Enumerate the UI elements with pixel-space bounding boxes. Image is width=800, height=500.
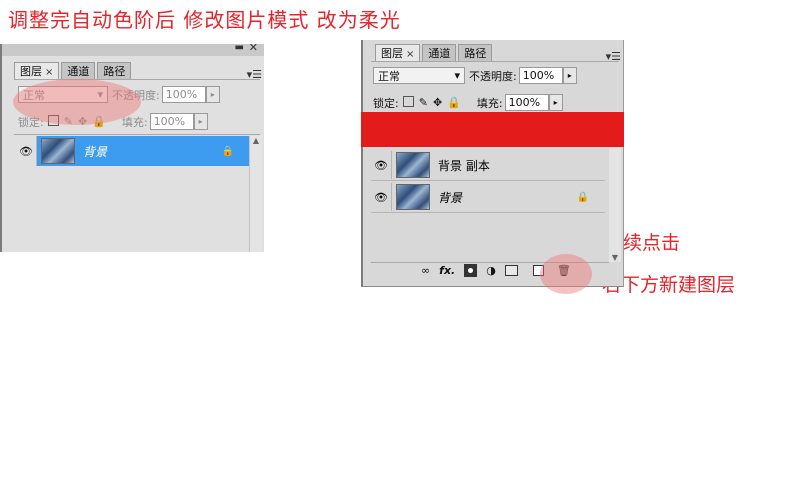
tab-close-icon[interactable]: × xyxy=(45,67,53,78)
panel-tabs: 图层 × 通道 路径 xyxy=(375,44,493,62)
lock-label: 锁定: xyxy=(373,96,399,110)
fill-stepper[interactable]: ▸ xyxy=(193,113,208,130)
folder-icon[interactable] xyxy=(504,265,518,276)
fill-stepper[interactable]: ▸ xyxy=(548,94,563,111)
eye-icon[interactable]: 👁 xyxy=(371,151,392,179)
layer-name: 背景 副本 xyxy=(438,158,490,173)
layer-name: 背景 xyxy=(438,190,463,205)
lock-transparent-icon[interactable] xyxy=(402,96,414,107)
eye-icon[interactable]: 👁 xyxy=(16,136,37,166)
highlight-blend-circle xyxy=(13,79,141,125)
fill-label: 填充: xyxy=(476,96,503,110)
scroll-down-icon[interactable]: ▼ xyxy=(609,253,621,262)
layer-lock-icon: 🔒 xyxy=(576,191,589,203)
fx-icon[interactable]: fx. xyxy=(439,264,455,277)
scrollbar[interactable]: ▲ xyxy=(249,136,262,252)
tab-layers[interactable]: 图层 × xyxy=(14,62,60,80)
tab-paths[interactable]: 路径 xyxy=(458,44,493,62)
lock-image-icon[interactable]: ✎ xyxy=(419,96,428,109)
fill-input[interactable]: 100% xyxy=(149,113,194,130)
close-icon[interactable]: ✕ xyxy=(249,41,258,54)
layer-row-background[interactable]: 👁 背景 🔒 xyxy=(16,136,250,166)
dropdown-arrow-icon: ▾ xyxy=(454,69,460,82)
scroll-up-icon[interactable]: ▲ xyxy=(250,136,262,145)
panel-titlebar: ▬ ✕ xyxy=(2,41,264,56)
layer-row-background[interactable]: 👁 背景 🔒 xyxy=(371,182,605,213)
adjustment-icon[interactable]: ◑ xyxy=(486,264,496,277)
tab-layers[interactable]: 图层 × xyxy=(375,44,421,62)
collapse-icon[interactable]: ▬ xyxy=(235,42,244,53)
layer-row-background-copy[interactable]: 👁 背景 副本 xyxy=(371,150,605,181)
tab-close-icon[interactable]: × xyxy=(406,49,414,60)
tab-channels[interactable]: 通道 xyxy=(422,44,457,62)
layer-thumbnail xyxy=(41,138,75,164)
blend-row: 正常 ▾ 不透明度: 100% ▸ xyxy=(373,67,577,84)
panel-tabs: 图层 × 通道 路径 xyxy=(14,62,132,80)
lock-row: 锁定: ✎ ✥ 🔒 填充: 100% ▸ xyxy=(373,94,563,111)
eye-icon[interactable]: 👁 xyxy=(371,183,392,211)
layers-panel-left: ▬ ✕ 图层 × 通道 路径 ▾☰ 正常 ▾ 不透明度: 100% ▸ 锁定: ✎ … xyxy=(0,41,264,252)
mask-icon[interactable] xyxy=(464,264,478,277)
highlight-new-layer-circle xyxy=(540,254,592,294)
opacity-input[interactable]: 100% xyxy=(518,67,563,84)
layer-thumbnail xyxy=(396,184,430,210)
opacity-stepper[interactable]: ▸ xyxy=(562,67,577,84)
tab-paths[interactable]: 路径 xyxy=(97,62,132,80)
fill-input[interactable]: 100% xyxy=(504,94,549,111)
lock-all-icon[interactable]: 🔒 xyxy=(447,96,461,109)
link-icon[interactable]: ∞ xyxy=(421,264,430,277)
layer-lock-icon: 🔒 xyxy=(221,145,234,157)
layers-panel-right: 图层 × 通道 路径 ▾☰ 正常 ▾ 不透明度: 100% ▸ 锁定: ✎ ✥ 🔒 … xyxy=(361,40,624,287)
layer-name: 背景 xyxy=(83,144,108,159)
layer-thumbnail xyxy=(396,152,430,178)
tab-channels[interactable]: 通道 xyxy=(61,62,96,80)
lock-position-icon[interactable]: ✥ xyxy=(433,96,442,109)
red-bar xyxy=(361,112,624,147)
opacity-label: 不透明度: xyxy=(469,69,517,83)
annotation-top: 调整完自动色阶后 修改图片模式 改为柔光 xyxy=(8,8,401,32)
blend-mode-select[interactable]: 正常 ▾ xyxy=(373,67,465,84)
opacity-input[interactable]: 100% xyxy=(161,86,206,103)
opacity-stepper[interactable]: ▸ xyxy=(205,86,220,103)
scrollbar[interactable]: ▼ xyxy=(609,148,621,262)
